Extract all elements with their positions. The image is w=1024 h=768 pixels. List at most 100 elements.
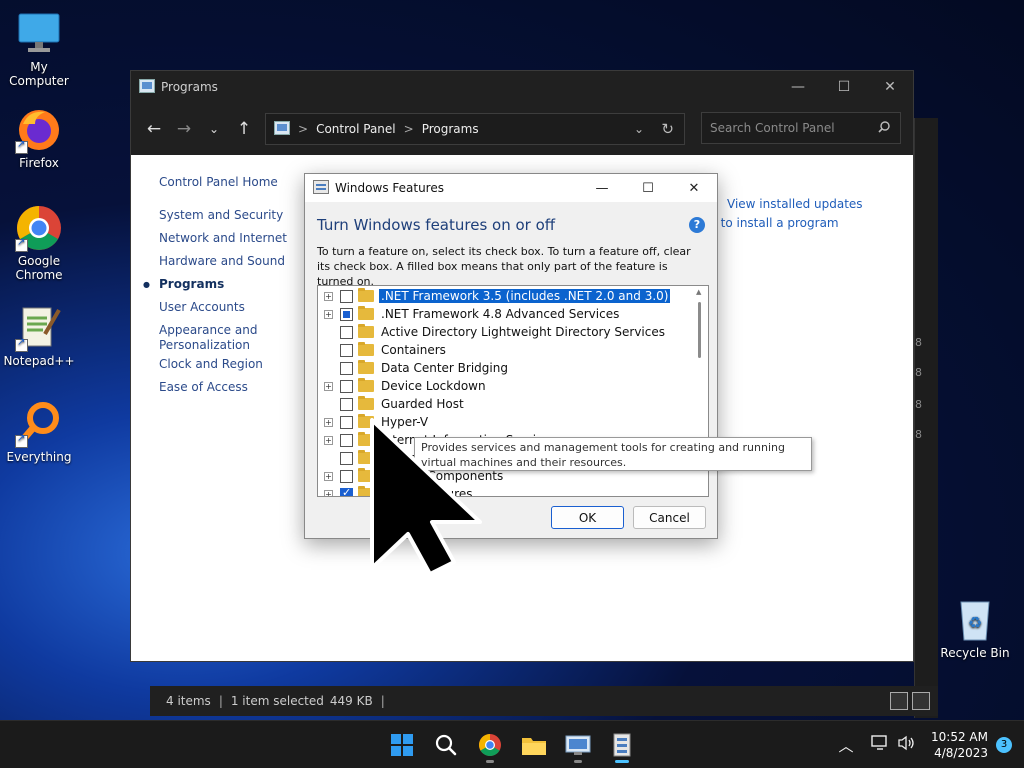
expand-plus-icon[interactable]: + [324, 471, 333, 481]
clock[interactable]: 10:52 AM 4/8/2023 [931, 729, 988, 761]
desktop-icon-label: My Computer [9, 60, 69, 88]
back-arrow-icon[interactable]: ← [139, 114, 169, 144]
firefox-icon [15, 106, 63, 154]
control-panel-icon [139, 78, 155, 96]
dialog-maximize-button[interactable]: ☐ [625, 174, 671, 202]
taskbar: ︿ 10:52 AM 4/8/2023 3 [0, 720, 1024, 768]
sidebar-item-network[interactable]: Network and Internet [159, 227, 287, 250]
desktop-icon-firefox[interactable]: Firefox [0, 106, 78, 170]
expand-plus-icon[interactable]: + [324, 417, 333, 427]
folder-icon [358, 288, 374, 302]
show-hidden-icons-chevron-icon[interactable]: ︿ [833, 735, 859, 756]
address-dropdown-icon[interactable]: ⌄ [634, 122, 644, 136]
help-icon[interactable]: ? [689, 217, 705, 233]
feature-checkbox[interactable] [340, 325, 353, 339]
feature-row[interactable]: Containers [318, 341, 708, 359]
sidebar-item-hardware[interactable]: Hardware and Sound [159, 250, 287, 273]
sidebar-item-programs[interactable]: Programs [143, 273, 287, 296]
feature-checkbox[interactable] [340, 415, 353, 429]
desktop-icon-label: Firefox [19, 156, 59, 170]
desktop-icon-my-computer[interactable]: My Computer [0, 10, 78, 88]
file-explorer-icon[interactable] [516, 727, 552, 763]
feature-checkbox[interactable] [340, 343, 353, 357]
how-to-install-link[interactable]: w to install a program [707, 214, 863, 233]
status-bar: 4 items | 1 item selected 449 KB | [150, 686, 938, 716]
volume-icon[interactable] [893, 735, 919, 755]
expand-plus-icon[interactable]: + [324, 381, 333, 391]
feature-label: .NET Framework 3.5 (includes .NET 2.0 an… [379, 289, 671, 303]
svg-text:♻: ♻ [968, 613, 982, 632]
scrollbar-thumb[interactable] [698, 302, 701, 358]
sidebar-item-clock-region[interactable]: Clock and Region [159, 353, 287, 376]
feature-row[interactable]: + .NET Framework 4.8 Advanced Services [318, 305, 708, 323]
network-icon[interactable] [867, 735, 893, 755]
feature-row[interactable]: + Device Lockdown [318, 377, 708, 395]
up-arrow-icon[interactable]: ↑ [229, 114, 259, 144]
refresh-icon[interactable]: ↻ [661, 120, 674, 138]
desktop-icon-notepadpp[interactable]: Notepad++ [0, 304, 78, 368]
address-bar[interactable]: > Control Panel > Programs ⌄ ↻ [265, 113, 685, 145]
desktop-icon-chrome[interactable]: Google Chrome [0, 204, 78, 282]
feature-checkbox[interactable] [340, 469, 353, 483]
close-button[interactable]: ✕ [867, 71, 913, 103]
feature-checkbox[interactable] [340, 397, 353, 411]
sidebar-home-link[interactable]: Control Panel Home [159, 171, 287, 194]
desktop-icon-label: Google Chrome [15, 254, 63, 282]
feature-checkbox[interactable] [340, 451, 353, 465]
dialog-close-button[interactable]: ✕ [671, 174, 717, 202]
scroll-up-arrow-icon[interactable]: ▲ [696, 288, 701, 296]
folder-icon [358, 396, 374, 410]
breadcrumb-separator: > [403, 122, 414, 136]
search-icon[interactable] [428, 727, 464, 763]
view-installed-updates-link[interactable]: View installed updates [727, 195, 863, 214]
feature-row[interactable]: + .NET Framework 3.5 (includes .NET 2.0 a… [318, 287, 708, 305]
windows-features-icon[interactable] [604, 727, 640, 763]
start-icon[interactable] [384, 727, 420, 763]
feature-checkbox[interactable] [340, 289, 353, 303]
expand-plus-icon[interactable]: + [324, 435, 333, 445]
sidebar-item-appearance[interactable]: Appearance and Personalization [159, 319, 269, 357]
notification-badge[interactable]: 3 [996, 737, 1012, 753]
ok-button[interactable]: OK [551, 506, 624, 529]
monitor-icon [15, 10, 63, 58]
expand-plus-icon[interactable]: + [324, 309, 333, 319]
feature-row[interactable]: Active Directory Lightweight Directory S… [318, 323, 708, 341]
breadcrumb-control-panel[interactable]: Control Panel [316, 122, 396, 136]
feature-checkbox[interactable] [340, 307, 353, 321]
expand-plus-icon[interactable]: + [324, 489, 333, 496]
feature-checkbox[interactable] [340, 379, 353, 393]
desktop-icon-recycle-bin[interactable]: ♻ Recycle Bin [936, 596, 1014, 660]
feature-checkbox[interactable] [340, 361, 353, 375]
maximize-button[interactable]: ☐ [821, 71, 867, 103]
desktop-icon-everything[interactable]: Everything [0, 400, 78, 464]
details-view-icon[interactable] [890, 692, 908, 710]
feature-row[interactable]: Guarded Host [318, 395, 708, 413]
feature-checkbox[interactable] [340, 433, 353, 447]
feature-row[interactable]: Data Center Bridging [318, 359, 708, 377]
control-panel-icon[interactable] [560, 727, 596, 763]
feature-checkbox[interactable] [340, 486, 353, 496]
breadcrumb-programs[interactable]: Programs [422, 122, 479, 136]
sidebar-item-system-security[interactable]: System and Security [159, 204, 287, 227]
minimize-button[interactable]: — [775, 71, 821, 103]
sidebar-item-user-accounts[interactable]: User Accounts [159, 296, 287, 319]
notepadpp-icon [15, 304, 63, 352]
background-window: 8 8 8 8 [914, 118, 938, 718]
expand-plus-icon[interactable]: + [324, 291, 333, 301]
feature-label: Device Lockdown [381, 379, 486, 393]
search-icon [878, 120, 890, 136]
shortcut-arrow-icon [15, 337, 28, 352]
forward-arrow-icon[interactable]: → [169, 114, 199, 144]
large-icons-view-icon[interactable] [912, 692, 930, 710]
chrome-icon[interactable] [472, 727, 508, 763]
search-input[interactable]: Search Control Panel [701, 112, 901, 144]
dialog-minimize-button[interactable]: — [579, 174, 625, 202]
system-tray: ︿ 10:52 AM 4/8/2023 3 [833, 721, 1024, 768]
mouse-cursor-icon [370, 418, 482, 576]
recent-locations-chevron-icon[interactable]: ⌄ [199, 114, 229, 144]
sidebar-item-ease-of-access[interactable]: Ease of Access [159, 376, 287, 399]
strip-number: 8 [915, 336, 922, 349]
cancel-button[interactable]: Cancel [633, 506, 706, 529]
desktop-icon-label: Notepad++ [3, 354, 75, 368]
desktop-icon-label: Everything [6, 450, 72, 464]
